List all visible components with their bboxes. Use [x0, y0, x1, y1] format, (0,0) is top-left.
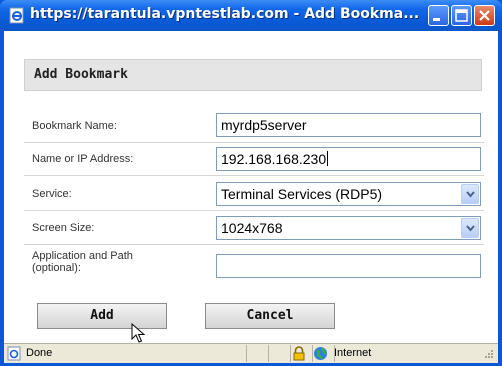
bookmark-name-input[interactable]: myrdp5server — [216, 113, 481, 137]
add-button[interactable]: Add — [37, 303, 167, 329]
screen-size-select[interactable]: 1024x768 — [216, 216, 481, 240]
close-button[interactable] — [474, 5, 495, 26]
cancel-button[interactable]: Cancel — [205, 303, 335, 329]
service-label: Service: — [32, 188, 72, 200]
chevron-down-icon — [466, 225, 475, 232]
dialog-window: https://tarantula.vpntestlab.com - Add B… — [0, 0, 502, 366]
minimize-icon — [433, 18, 440, 21]
text-caret — [327, 151, 329, 166]
resize-grip-icon[interactable] — [482, 348, 494, 360]
status-cell — [246, 345, 247, 362]
address-value: 192.168.168.230 — [221, 151, 327, 167]
form-header: Add Bookmark — [24, 59, 482, 91]
internet-globe-icon — [314, 347, 327, 360]
status-bar: Done Internet — [4, 343, 498, 363]
ie-page-icon — [9, 7, 24, 24]
screen-size-label: Screen Size: — [32, 222, 95, 234]
chevron-down-icon — [466, 191, 475, 198]
row-divider — [24, 210, 484, 211]
minimize-button[interactable] — [428, 5, 449, 26]
service-select[interactable]: Terminal Services (RDP5) — [216, 182, 481, 206]
screen-size-value: 1024x768 — [221, 220, 283, 236]
close-icon — [479, 10, 490, 21]
status-cell — [268, 345, 269, 362]
dialog-content: Add Bookmark Bookmark Name: myrdp5server… — [4, 31, 498, 343]
maximize-icon — [455, 9, 468, 22]
maximize-button[interactable] — [451, 5, 472, 26]
row-divider — [24, 175, 484, 176]
address-input[interactable]: 192.168.168.230 — [216, 147, 481, 171]
row-divider — [24, 244, 484, 245]
zone-text: Internet — [334, 347, 372, 359]
bookmark-name-value: myrdp5server — [221, 117, 307, 133]
row-divider — [24, 142, 484, 143]
form-header-title: Add Bookmark — [34, 67, 128, 82]
window-title: https://tarantula.vpntestlab.com - Add B… — [30, 6, 420, 22]
status-text: Done — [26, 347, 53, 359]
title-bar[interactable]: https://tarantula.vpntestlab.com - Add B… — [0, 0, 502, 31]
app-path-input[interactable] — [216, 254, 481, 278]
app-path-label: Application and Path (optional): — [32, 250, 133, 274]
mouse-pointer-icon — [131, 323, 146, 343]
address-label: Name or IP Address: — [32, 153, 134, 165]
status-cell — [290, 345, 291, 362]
ie-page-icon — [7, 346, 21, 361]
lock-icon — [293, 346, 305, 361]
service-dropdown-button[interactable] — [461, 184, 479, 204]
service-value: Terminal Services (RDP5) — [221, 186, 383, 202]
app-path-label-line2: (optional): — [32, 262, 81, 274]
screen-size-dropdown-button[interactable] — [461, 218, 479, 238]
bookmark-name-label: Bookmark Name: — [32, 120, 117, 132]
app-path-label-line1: Application and Path — [32, 250, 133, 262]
